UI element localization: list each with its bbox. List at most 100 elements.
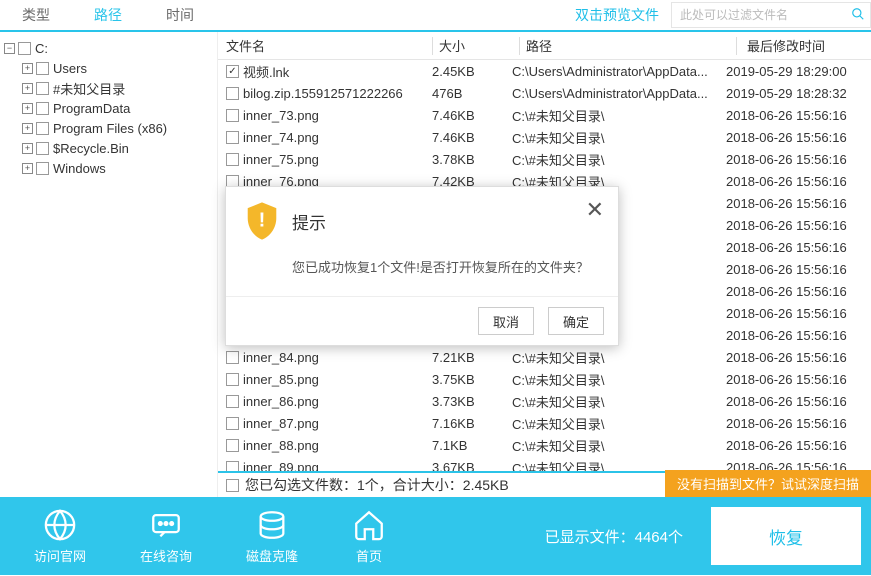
tree-item[interactable]: + #未知父目录 — [0, 78, 217, 98]
row-checkbox[interactable] — [226, 131, 239, 144]
disk-icon — [255, 508, 289, 542]
table-row[interactable]: inner_87.png7.16KBC:\#未知父目录\2018-06-26 1… — [218, 412, 871, 434]
expand-icon[interactable]: + — [22, 63, 33, 74]
file-size: 7.1KB — [432, 438, 512, 453]
row-checkbox[interactable] — [226, 351, 239, 364]
tree-checkbox[interactable] — [36, 102, 49, 115]
row-checkbox[interactable] — [226, 373, 239, 386]
row-checkbox[interactable] — [226, 417, 239, 430]
chat-button[interactable]: 在线咨询 — [140, 508, 192, 565]
close-icon[interactable]: ✕ — [586, 197, 604, 223]
file-time: 2018-06-26 15:56:16 — [722, 306, 871, 321]
search-input[interactable] — [671, 2, 871, 28]
row-checkbox[interactable] — [226, 439, 239, 452]
table-row[interactable]: inner_75.png3.78KBC:\#未知父目录\2018-06-26 1… — [218, 148, 871, 170]
table-row[interactable]: inner_73.png7.46KBC:\#未知父目录\2018-06-26 1… — [218, 104, 871, 126]
tree-checkbox[interactable] — [36, 142, 49, 155]
tab-time-label: 时间 — [166, 5, 194, 25]
visit-site-button[interactable]: 访问官网 — [34, 508, 86, 565]
file-time: 2018-06-26 15:56:16 — [722, 372, 871, 387]
file-size: 3.67KB — [432, 460, 512, 472]
tree-item[interactable]: +Program Files (x86) — [0, 118, 217, 138]
file-path: C:\#未知父目录\ — [512, 128, 722, 147]
tab-path[interactable]: 路径 — [72, 0, 144, 32]
cancel-button[interactable]: 取消 — [478, 307, 534, 335]
table-row[interactable]: ✓视频.lnk2.45KBC:\Users\Administrator\AppD… — [218, 60, 871, 82]
expand-icon[interactable]: + — [22, 163, 33, 174]
globe-icon — [43, 508, 77, 542]
expand-icon[interactable]: + — [22, 103, 33, 114]
summary-text: 您已勾选文件数：1个，合计大小：2.45KB — [245, 475, 509, 495]
dialog-title: 提示 — [292, 209, 326, 234]
table-row[interactable]: inner_86.png3.73KBC:\#未知父目录\2018-06-26 1… — [218, 390, 871, 412]
tree-item[interactable]: + Windows — [0, 158, 217, 178]
tree-checkbox[interactable] — [36, 162, 49, 175]
row-checkbox[interactable] — [226, 87, 239, 100]
tree-checkbox[interactable] — [18, 42, 31, 55]
file-time: 2018-06-26 15:56:16 — [722, 284, 871, 299]
row-checkbox[interactable]: ✓ — [226, 65, 239, 78]
expand-icon[interactable]: + — [22, 143, 33, 154]
tree-item[interactable]: +$Recycle.Bin — [0, 138, 217, 158]
file-time: 2018-06-26 15:56:16 — [722, 174, 871, 189]
row-checkbox[interactable] — [226, 461, 239, 472]
col-path[interactable]: 路径 — [526, 36, 736, 55]
table-row[interactable]: inner_74.png7.46KBC:\#未知父目录\2018-06-26 1… — [218, 126, 871, 148]
file-path: C:\#未知父目录\ — [512, 106, 722, 125]
file-time: 2018-06-26 15:56:16 — [722, 350, 871, 365]
tree-item[interactable]: +ProgramData — [0, 98, 217, 118]
file-count: 已显示文件：4464个 — [545, 526, 683, 547]
home-icon — [352, 508, 386, 542]
file-name: inner_86.png — [243, 394, 319, 409]
tab-type[interactable]: 类型 — [0, 0, 72, 30]
collapse-icon[interactable]: − — [4, 43, 15, 54]
shield-warning-icon: ! — [244, 201, 280, 241]
table-row[interactable]: bilog.zip.155912571222266476BC:\Users\Ad… — [218, 82, 871, 104]
disk-clone-button[interactable]: 磁盘克隆 — [246, 508, 298, 565]
file-path: C:\#未知父目录\ — [512, 458, 722, 472]
col-size[interactable]: 大小 — [439, 36, 519, 55]
tree-item-label: Windows — [53, 161, 106, 176]
row-checkbox[interactable] — [226, 395, 239, 408]
tree-item[interactable]: +Users — [0, 58, 217, 78]
summary-bar: 您已勾选文件数：1个，合计大小：2.45KB 没有扫描到文件？试试深度扫描 — [218, 471, 871, 497]
recover-button[interactable]: 恢复 — [711, 507, 861, 565]
file-path: C:\Users\Administrator\AppData... — [512, 86, 722, 101]
file-time: 2018-06-26 15:56:16 — [722, 108, 871, 123]
file-time: 2018-06-26 15:56:16 — [722, 438, 871, 453]
table-row[interactable]: inner_89.png3.67KBC:\#未知父目录\2018-06-26 1… — [218, 456, 871, 471]
file-time: 2018-06-26 15:56:16 — [722, 416, 871, 431]
svg-text:!: ! — [259, 210, 266, 232]
tree-checkbox[interactable] — [36, 122, 49, 135]
expand-icon[interactable]: + — [22, 123, 33, 134]
tab-type-label: 类型 — [22, 5, 50, 25]
file-time: 2018-06-26 15:56:16 — [722, 394, 871, 409]
ok-button[interactable]: 确定 — [548, 307, 604, 335]
col-name[interactable]: 文件名 — [218, 36, 432, 55]
file-size: 7.46KB — [432, 130, 512, 145]
file-path: C:\#未知父目录\ — [512, 370, 722, 389]
tree-item-label: #未知父目录 — [53, 79, 125, 98]
tree-root[interactable]: − C: — [0, 38, 217, 58]
table-row[interactable]: inner_85.png3.75KBC:\#未知父目录\2018-06-26 1… — [218, 368, 871, 390]
select-all-checkbox[interactable] — [226, 479, 239, 492]
file-time: 2018-06-26 15:56:16 — [722, 218, 871, 233]
tree-root-label: C: — [35, 41, 48, 56]
row-checkbox[interactable] — [226, 153, 239, 166]
expand-icon[interactable]: + — [22, 83, 33, 94]
table-row[interactable]: inner_88.png7.1KBC:\#未知父目录\2018-06-26 15… — [218, 434, 871, 456]
deep-scan-button[interactable]: 没有扫描到文件？试试深度扫描 — [665, 470, 871, 497]
table-row[interactable]: inner_84.png7.21KBC:\#未知父目录\2018-06-26 1… — [218, 346, 871, 368]
bottom-buttons: 访问官网 在线咨询 磁盘克隆 首页 — [0, 508, 386, 565]
tree-checkbox[interactable] — [36, 62, 49, 75]
file-name: inner_89.png — [243, 460, 319, 472]
tree-checkbox[interactable] — [36, 82, 49, 95]
tab-path-label: 路径 — [94, 5, 122, 25]
file-time: 2018-06-26 15:56:16 — [722, 262, 871, 277]
search-icon[interactable] — [851, 7, 865, 24]
tab-time[interactable]: 时间 — [144, 0, 216, 30]
preview-hint: 双击预览文件 — [575, 5, 659, 25]
col-time[interactable]: 最后修改时间 — [743, 36, 871, 55]
row-checkbox[interactable] — [226, 109, 239, 122]
home-button[interactable]: 首页 — [352, 508, 386, 565]
